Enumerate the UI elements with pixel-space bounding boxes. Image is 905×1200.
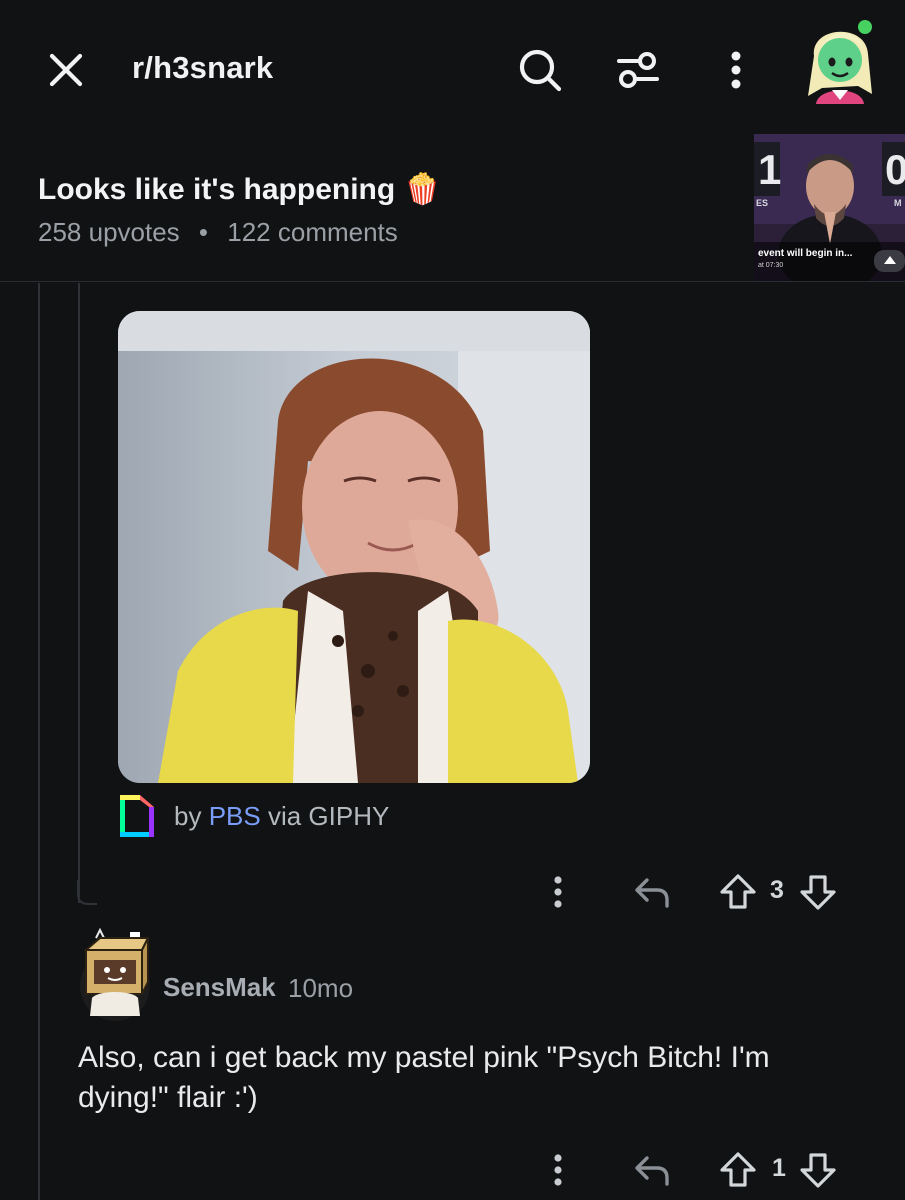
- post-title-text: Looks like it's happening: [38, 173, 396, 206]
- close-button[interactable]: [38, 42, 94, 98]
- upvote-arrow-icon: [720, 874, 756, 909]
- gif-image[interactable]: [118, 311, 590, 783]
- thumb-small-left: ES: [756, 198, 768, 208]
- upvote-button[interactable]: [716, 1140, 760, 1200]
- upvote-count: 258 upvotes: [38, 217, 180, 247]
- meta-separator: •: [198, 217, 209, 247]
- popcorn-emoji: 🍿: [403, 173, 441, 206]
- downvote-arrow-icon: [800, 1153, 836, 1188]
- reply-icon: [635, 878, 669, 908]
- online-indicator: [858, 20, 872, 34]
- search-icon: [519, 49, 562, 92]
- commenter-avatar[interactable]: [78, 927, 152, 1022]
- search-button[interactable]: [510, 40, 570, 100]
- thumb-caption: event will begin in...: [758, 248, 853, 259]
- giphy-logo-icon: [120, 795, 154, 837]
- post-thumbnail[interactable]: 1 0 ES M event will begin in... at 07:30: [754, 134, 905, 281]
- subreddit-name[interactable]: r/h3snark: [132, 50, 273, 86]
- thread-line-outer[interactable]: [38, 283, 40, 1200]
- close-icon: [49, 53, 83, 87]
- filter-button[interactable]: [608, 40, 668, 100]
- attribution-source-link[interactable]: PBS: [209, 801, 261, 831]
- downvote-button[interactable]: [796, 1140, 840, 1200]
- comment-action-bar: 1: [530, 1140, 850, 1200]
- commenter-avatar-image: [80, 927, 150, 1021]
- user-avatar-button[interactable]: [800, 14, 880, 106]
- thread-line-inner[interactable]: [78, 283, 80, 903]
- thumb-time: at 07:30: [758, 262, 783, 269]
- vote-count: 1: [772, 1154, 786, 1182]
- downvote-button[interactable]: [796, 862, 840, 922]
- comment-count: 122 comments: [227, 217, 398, 247]
- vote-count: 3: [770, 876, 784, 904]
- post-meta: 258 upvotes • 122 comments: [38, 217, 398, 248]
- reddit-post-screen: r/h3snark Looks like it's happening 🍿 25…: [0, 0, 905, 1200]
- more-vertical-icon: [554, 876, 562, 908]
- thumb-digit-left: 1: [758, 146, 781, 193]
- top-bar: r/h3snark: [0, 0, 905, 140]
- thumb-digit-right: 0: [885, 146, 905, 193]
- giphy-attribution: by PBS via GIPHY: [118, 793, 389, 839]
- reply-icon: [635, 1156, 669, 1186]
- thread-connector: [77, 880, 97, 905]
- comment-username[interactable]: SensMak: [163, 972, 276, 1003]
- reply-button[interactable]: [628, 862, 678, 922]
- post-header[interactable]: Looks like it's happening 🍿 258 upvotes …: [0, 134, 905, 282]
- upvote-button[interactable]: [716, 862, 760, 922]
- attribution-by: by: [174, 800, 202, 831]
- more-options-button[interactable]: [712, 40, 760, 100]
- attribution-via: via GIPHY: [267, 800, 390, 831]
- gif-frame: [118, 311, 590, 783]
- filter-icon: [617, 52, 659, 88]
- comment-body: Also, can i get back my pastel pink "Psy…: [78, 1041, 770, 1114]
- thumb-small-right: M: [894, 198, 902, 208]
- upvote-arrow-icon: [720, 1152, 756, 1187]
- more-vertical-icon: [731, 51, 741, 89]
- comment-more-button[interactable]: [538, 1140, 578, 1200]
- comment-more-button[interactable]: [538, 862, 578, 922]
- post-title: Looks like it's happening 🍿: [38, 172, 441, 207]
- giphy-attribution-text: by PBS via GIPHY: [174, 801, 389, 832]
- more-vertical-icon: [554, 1154, 562, 1186]
- downvote-arrow-icon: [800, 875, 836, 910]
- thumbnail-image: 1 0 ES M event will begin in... at 07:30: [754, 134, 905, 281]
- reply-button[interactable]: [628, 1140, 678, 1200]
- comment-timestamp: 10mo: [288, 973, 354, 1003]
- reply-action-bar: 3: [530, 862, 850, 922]
